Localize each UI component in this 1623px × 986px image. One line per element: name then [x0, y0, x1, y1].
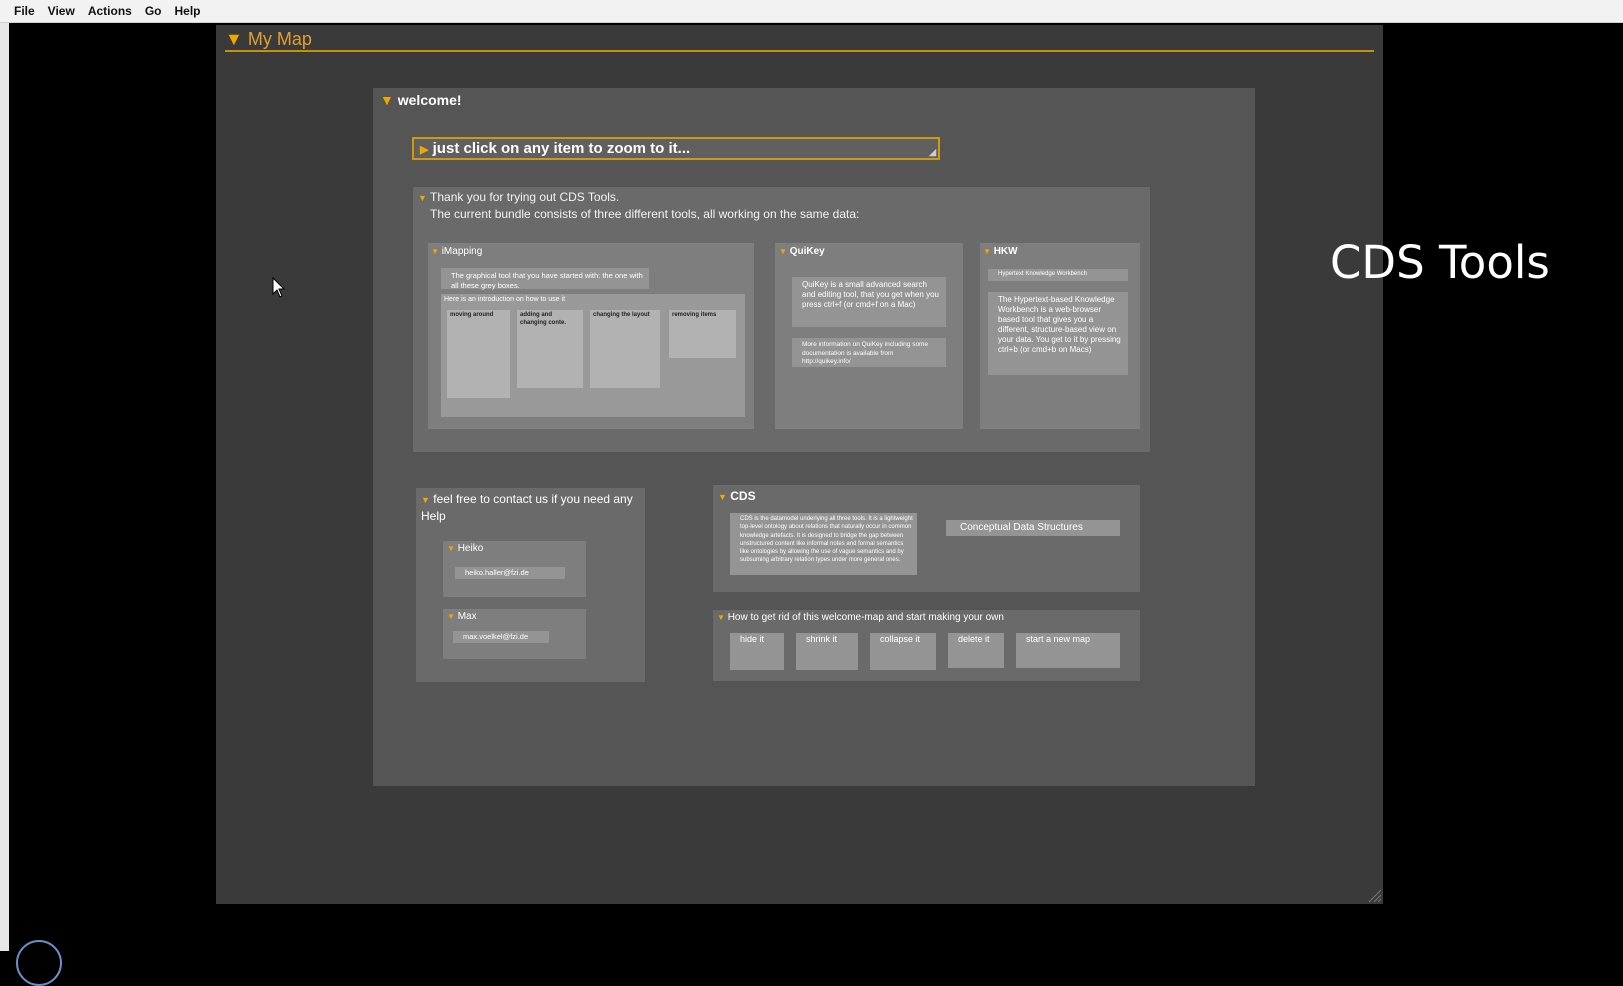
expand-triangle-icon[interactable]: ▼ — [418, 190, 427, 206]
menu-file[interactable]: File — [14, 4, 35, 18]
zoom-tip-item[interactable]: ▶ just click on any item to zoom to it..… — [412, 137, 940, 160]
intro-card-adding[interactable]: adding and changing conte. — [517, 310, 583, 388]
hkw-item-2[interactable]: The Hypertext-based Knowledge Workbench … — [988, 292, 1128, 375]
hkw-item-2-text: The Hypertext-based Knowledge Workbench … — [998, 295, 1121, 354]
imapping-intro-title[interactable]: Here is an introduction on how to use it — [444, 296, 565, 303]
quikey-box[interactable] — [775, 243, 963, 429]
intro-card-title: changing the layout — [593, 312, 650, 318]
howto-step-shrink[interactable]: shrink it — [796, 633, 858, 670]
quikey-item-1[interactable]: QuiKey is a small advanced search and ed… — [792, 277, 946, 327]
expand-triangle-icon[interactable]: ▼ — [421, 492, 430, 508]
imapping-item-1-text: The graphical tool that you have started… — [451, 271, 643, 290]
howto-step-hide[interactable]: hide it — [730, 633, 784, 670]
howto-step-label: shrink it — [806, 634, 838, 644]
cds-title[interactable]: ▼ CDS — [718, 489, 756, 503]
expand-triangle-icon[interactable]: ▼ — [779, 247, 787, 256]
intro-card-title: moving around — [450, 312, 494, 318]
cds-description-text: CDS is the datamodel underlying all thre… — [740, 516, 913, 564]
quikey-item-1-text: QuiKey is a small advanced search and ed… — [802, 280, 939, 309]
contact-max-name[interactable]: ▼ Max — [447, 611, 477, 622]
howto-step-new-map[interactable]: start a new map — [1016, 633, 1120, 668]
mouse-pointer-icon — [272, 276, 286, 304]
imapping-title-label: iMapping — [441, 246, 483, 257]
howto-step-label: hide it — [740, 634, 765, 644]
howto-step-label: delete it — [958, 634, 990, 644]
imapping-intro-label: Here is an introduction on how to use it — [444, 296, 566, 303]
howto-step-label: collapse it — [880, 634, 921, 644]
contact-max-email[interactable]: max.voelkel@fzi.de — [453, 631, 549, 643]
contact-heiko-name[interactable]: ▼ Heiko — [447, 543, 483, 554]
zoom-tip-label: just click on any item to zoom to it... — [432, 140, 691, 157]
resize-handle-icon[interactable] — [1366, 887, 1382, 908]
howto-step-collapse[interactable]: collapse it — [870, 633, 936, 670]
howto-title-label: How to get rid of this welcome-map and s… — [727, 612, 1004, 623]
intro-card-moving[interactable]: moving around — [447, 310, 510, 398]
resize-handle-icon[interactable]: ◢ — [929, 147, 936, 158]
menu-bar: File View Actions Go Help — [0, 0, 1623, 23]
menu-actions[interactable]: Actions — [88, 4, 132, 18]
thanks-line-2: The current bundle consists of three dif… — [430, 207, 860, 221]
cds-link-label: Conceptual Data Structures — [960, 522, 1083, 533]
quikey-item-2[interactable]: More information on QuiKey including som… — [792, 338, 946, 367]
contact-name-label: Heiko — [457, 543, 484, 554]
collapsed-triangle-icon: ▶ — [420, 144, 429, 156]
intro-card-title: removing items — [672, 312, 717, 318]
contact-title[interactable]: ▼ feel free to contact us if you need an… — [421, 491, 636, 524]
cds-title-label: CDS — [730, 489, 756, 503]
expand-triangle-icon[interactable]: ▼ — [431, 247, 439, 256]
howto-step-delete[interactable]: delete it — [948, 633, 1004, 668]
howto-title[interactable]: ▼ How to get rid of this welcome-map and… — [717, 612, 1004, 623]
quikey-item-2-text: More information on QuiKey including som… — [802, 341, 929, 365]
menu-view[interactable]: View — [48, 4, 75, 18]
contact-email-label: max.voelkel@fzi.de — [463, 632, 529, 641]
window-left-edge — [0, 23, 9, 951]
expand-triangle-icon[interactable]: ▼ — [380, 92, 394, 108]
menu-go[interactable]: Go — [145, 4, 162, 18]
dock-circle-icon — [16, 940, 62, 986]
quikey-title-label: QuiKey — [789, 246, 825, 257]
hkw-title[interactable]: ▼ HKW — [983, 246, 1018, 257]
expand-triangle-icon[interactable]: ▼ — [983, 247, 991, 256]
overlay-title: CDS Tools — [1330, 236, 1550, 289]
howto-step-label: start a new map — [1026, 634, 1091, 644]
contact-title-label: feel free to contact us if you need any … — [421, 492, 633, 523]
welcome-title-label: welcome! — [397, 92, 462, 108]
thanks-line-1: Thank you for trying out CDS Tools. — [430, 190, 620, 204]
expand-triangle-icon[interactable]: ▼ — [447, 612, 455, 621]
hkw-item-1-text: Hypertext Knowledge Workbench — [998, 271, 1087, 277]
quikey-title[interactable]: ▼ QuiKey — [779, 246, 825, 257]
thanks-text[interactable]: ▼ Thank you for trying out CDS Tools. Th… — [418, 189, 859, 222]
map-title[interactable]: ▼ My Map — [225, 29, 312, 50]
hkw-title-label: HKW — [993, 246, 1018, 257]
map-title-label: My Map — [247, 29, 312, 49]
welcome-title[interactable]: ▼ welcome! — [380, 92, 462, 108]
cds-link-item[interactable]: Conceptual Data Structures — [946, 520, 1120, 536]
imapping-item-1[interactable]: The graphical tool that you have started… — [441, 268, 649, 290]
expand-triangle-icon[interactable]: ▼ — [447, 544, 455, 553]
intro-card-title: adding and changing conte. — [520, 312, 567, 326]
intro-card-removing[interactable]: removing items — [669, 310, 736, 358]
menu-help[interactable]: Help — [175, 4, 201, 18]
hkw-item-1[interactable]: Hypertext Knowledge Workbench — [988, 269, 1128, 281]
expand-triangle-icon[interactable]: ▼ — [718, 492, 727, 502]
intro-card-layout[interactable]: changing the layout — [590, 310, 660, 388]
cds-description[interactable]: CDS is the datamodel underlying all thre… — [730, 513, 917, 575]
expand-triangle-icon[interactable]: ▼ — [225, 29, 243, 50]
expand-triangle-icon[interactable]: ▼ — [717, 613, 725, 622]
contact-email-label: heiko.haller@fzi.de — [465, 568, 529, 577]
contact-heiko-email[interactable]: heiko.haller@fzi.de — [455, 567, 565, 579]
imapping-title[interactable]: ▼ iMapping — [431, 246, 482, 257]
map-title-divider — [225, 50, 1374, 52]
contact-name-label: Max — [457, 611, 477, 622]
